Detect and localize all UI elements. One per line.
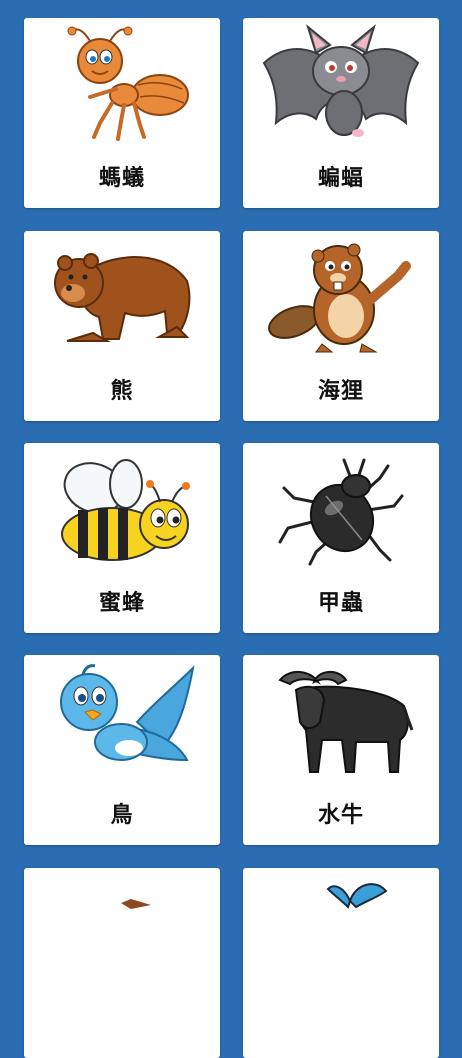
beetle-icon: [243, 443, 439, 573]
animal-label: 蝙蝠: [317, 166, 364, 191]
bee-icon: [24, 443, 220, 573]
animal-card-ant[interactable]: 螞蟻: [24, 18, 220, 208]
animal-card-bear[interactable]: 熊: [24, 231, 220, 421]
animal-grid: 螞蟻 蝙蝠 熊 海狸 蜜蜂 甲蟲 鳥 水牛: [0, 0, 462, 1058]
buffalo-icon: [243, 655, 439, 785]
animal-label: 海狸: [317, 379, 364, 404]
ant-icon: [24, 18, 220, 148]
butterfly-icon: [243, 868, 439, 998]
animal-label: 鳥: [110, 803, 134, 828]
animal-card-partial[interactable]: [24, 868, 220, 1058]
animal-card-butterfly[interactable]: [243, 868, 439, 1058]
animal-label: 熊: [110, 379, 134, 404]
bird-icon: [24, 655, 220, 785]
bat-icon: [243, 18, 439, 148]
animal-label: 螞蟻: [98, 166, 145, 191]
animal-card-bat[interactable]: 蝙蝠: [243, 18, 439, 208]
animal-card-beetle[interactable]: 甲蟲: [243, 443, 439, 633]
animal-card-beaver[interactable]: 海狸: [243, 231, 439, 421]
animal-card-buffalo[interactable]: 水牛: [243, 655, 439, 845]
animal-label: 水牛: [317, 803, 364, 828]
animal-label: 甲蟲: [317, 591, 364, 616]
animal-card-bee[interactable]: 蜜蜂: [24, 443, 220, 633]
beaver-icon: [243, 231, 439, 361]
animal-card-bird[interactable]: 鳥: [24, 655, 220, 845]
animal-label: 蜜蜂: [98, 591, 145, 616]
bear-icon: [24, 231, 220, 361]
partial-animal-icon: [24, 868, 220, 998]
